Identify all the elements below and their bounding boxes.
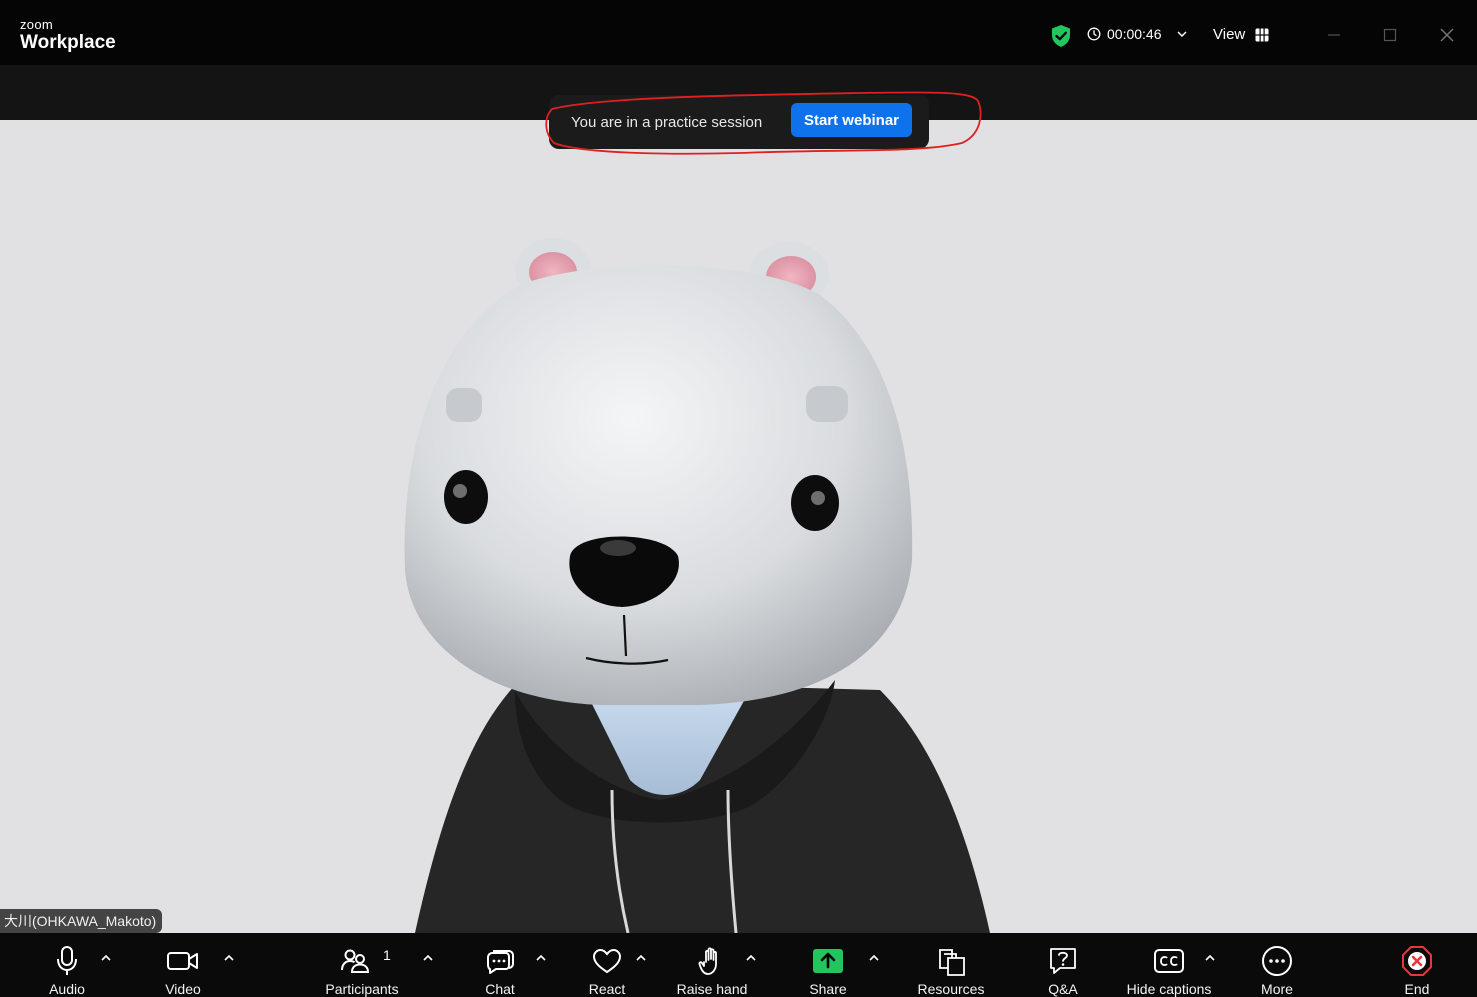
close-button[interactable] <box>1434 22 1460 48</box>
end-button[interactable]: End <box>1395 933 1439 997</box>
timer-text: 00:00:46 <box>1107 26 1162 42</box>
chevron-up-icon <box>869 954 879 961</box>
raise-hand-label: Raise hand <box>676 981 748 997</box>
share-screen-icon <box>813 948 843 973</box>
chevron-up-icon <box>636 954 646 961</box>
participants-button[interactable]: Participants <box>318 933 406 997</box>
react-label: React <box>588 981 626 997</box>
raise-hand-button[interactable]: Raise hand <box>670 933 754 997</box>
end-meeting-icon <box>1402 945 1432 976</box>
more-button[interactable]: More <box>1254 933 1300 997</box>
microphone-icon <box>57 945 77 975</box>
participant-name-tag: 大川(OHKAWA_Makoto) <box>0 909 163 933</box>
brand-large-text: Workplace <box>20 32 116 53</box>
closed-captions-icon <box>1154 948 1184 973</box>
chevron-up-icon <box>101 954 111 961</box>
chevron-up-icon <box>536 954 546 961</box>
practice-session-text: You are in a practice session <box>571 113 763 131</box>
video-camera-icon <box>167 951 198 970</box>
audio-options-caret[interactable] <box>99 951 113 965</box>
clock-icon <box>1087 27 1101 41</box>
minimize-button[interactable] <box>1321 22 1347 48</box>
resources-icon <box>939 948 965 976</box>
title-bar: zoom Workplace 00:00:46 View <box>0 0 1477 65</box>
heart-icon <box>592 948 622 973</box>
zoom-logo: zoom Workplace <box>20 18 116 54</box>
hide-captions-label: Hide captions <box>1126 981 1212 997</box>
maximize-icon <box>1383 28 1397 42</box>
qa-button[interactable]: Q&A <box>1040 933 1086 997</box>
chevron-up-icon <box>1205 954 1215 961</box>
practice-session-banner: You are in a practice session Start webi… <box>549 95 929 149</box>
participants-count: 1 <box>383 947 391 963</box>
zoom-window: zoom Workplace 00:00:46 View You are in … <box>0 0 1477 997</box>
chevron-up-icon <box>224 954 234 961</box>
participants-label: Participants <box>325 981 399 997</box>
chevron-down-icon <box>1176 31 1187 38</box>
brand-small-text: zoom <box>20 17 53 32</box>
react-options-caret[interactable] <box>634 951 648 965</box>
resources-label: Resources <box>917 981 985 997</box>
end-label: End <box>1404 981 1430 997</box>
minimize-icon <box>1328 34 1340 36</box>
grid-view-icon <box>1255 28 1269 41</box>
video-options-caret[interactable] <box>222 951 236 965</box>
video-button[interactable]: Video <box>153 933 213 997</box>
shield-check-icon[interactable] <box>1050 24 1072 48</box>
resources-button[interactable]: Resources <box>914 933 988 997</box>
chat-button[interactable]: Chat <box>476 933 524 997</box>
more-label: More <box>1261 981 1293 997</box>
chevron-up-icon <box>746 954 756 961</box>
raise-hand-icon <box>698 946 717 975</box>
bear-avatar <box>404 238 990 933</box>
share-button[interactable]: Share <box>804 933 852 997</box>
start-webinar-button[interactable]: Start webinar <box>790 103 912 137</box>
view-button[interactable]: View <box>1213 26 1269 43</box>
chat-label: Chat <box>485 981 515 997</box>
audio-label: Audio <box>49 981 85 997</box>
meeting-timer[interactable]: 00:00:46 <box>1087 26 1188 42</box>
share-options-caret[interactable] <box>867 951 881 965</box>
video-label: Video <box>165 981 201 997</box>
qa-icon <box>1050 947 1076 974</box>
chat-icon <box>487 949 514 974</box>
share-label: Share <box>809 981 847 997</box>
maximize-button[interactable] <box>1377 22 1403 48</box>
react-button[interactable]: React <box>584 933 630 997</box>
meeting-toolbar: Audio Video Participants 1 Chat React Ra… <box>0 933 1477 997</box>
more-icon <box>1262 945 1292 976</box>
audio-button[interactable]: Audio <box>36 933 98 997</box>
chat-options-caret[interactable] <box>534 951 548 965</box>
close-icon <box>1440 28 1454 42</box>
captions-options-caret[interactable] <box>1203 951 1217 965</box>
chevron-up-icon <box>423 954 433 961</box>
qa-label: Q&A <box>1048 981 1078 997</box>
participants-options-caret[interactable] <box>421 951 435 965</box>
hide-captions-button[interactable]: Hide captions <box>1120 933 1218 997</box>
participant-video[interactable] <box>0 120 1477 933</box>
participants-icon <box>341 949 370 973</box>
raise-hand-options-caret[interactable] <box>744 951 758 965</box>
view-label: View <box>1213 26 1246 43</box>
